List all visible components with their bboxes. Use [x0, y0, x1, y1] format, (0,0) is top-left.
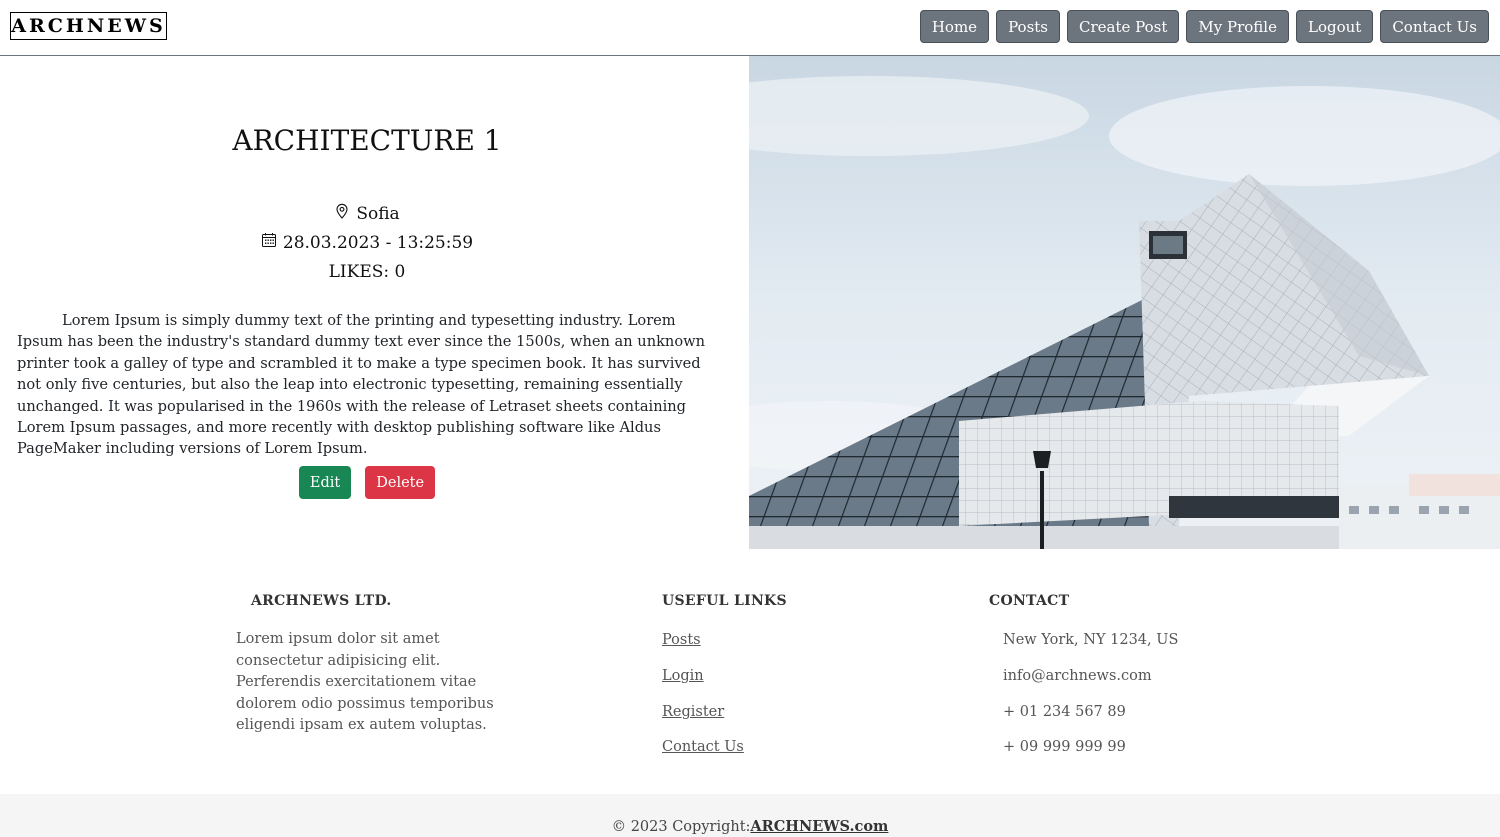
- nav-contact-us-button[interactable]: Contact Us: [1380, 10, 1489, 43]
- footer-phone-1: + 01 234 567 89: [1003, 704, 1126, 720]
- nav-my-profile-button[interactable]: My Profile: [1186, 10, 1289, 43]
- post-image: [749, 56, 1500, 549]
- map-pin-icon: [334, 200, 350, 229]
- nav-menu: Home Posts Create Post My Profile Logout…: [919, 10, 1489, 43]
- post-body: Lorem Ipsum is simply dummy text of the …: [17, 312, 706, 458]
- footer-address: New York, NY 1234, US: [1003, 632, 1179, 648]
- post-likes: LIKES: 0: [328, 262, 406, 282]
- footer-link-login[interactable]: Login: [662, 668, 704, 684]
- post-actions: Edit Delete: [0, 466, 734, 499]
- post-detail: ARCHITECTURE 1 Sofia 28.03.2023 - 13:25:…: [0, 56, 749, 549]
- post-location: Sofia: [0, 200, 734, 229]
- copyright-bar: © 2023 Copyright: ARCHNEWS.com: [0, 794, 1500, 837]
- navbar: ARCHNEWS Home Posts Create Post My Profi…: [0, 0, 1500, 56]
- footer-link-contact-us[interactable]: Contact Us: [662, 739, 744, 755]
- delete-button[interactable]: Delete: [365, 466, 436, 499]
- footer-link-posts[interactable]: Posts: [662, 632, 701, 648]
- copyright-link[interactable]: ARCHNEWS.com: [750, 818, 888, 835]
- post-location-text: Sofia: [356, 204, 400, 224]
- post-date-text: 28.03.2023 - 13:25:59: [282, 233, 474, 253]
- footer-links-heading: USEFUL LINKS: [662, 593, 787, 609]
- nav-posts-button[interactable]: Posts: [996, 10, 1061, 43]
- post-meta: Sofia 28.03.2023 - 13:25:59 LIKES: 0: [0, 200, 734, 287]
- footer-company-description: Lorem ipsum dolor sit amet consectetur a…: [236, 631, 494, 733]
- edit-button[interactable]: Edit: [298, 466, 352, 499]
- footer-contact-heading: CONTACT: [989, 593, 1070, 609]
- post-title: ARCHITECTURE 1: [232, 124, 502, 157]
- copyright-text: © 2023 Copyright:: [611, 818, 751, 835]
- calendar-icon: [261, 229, 277, 258]
- nav-create-post-button[interactable]: Create Post: [1067, 10, 1180, 43]
- post-date: 28.03.2023 - 13:25:59: [0, 229, 734, 258]
- footer-company-heading: ARCHNEWS LTD.: [251, 593, 392, 609]
- footer-link-register[interactable]: Register: [662, 704, 724, 720]
- nav-home-button[interactable]: Home: [919, 10, 990, 43]
- nav-logout-button[interactable]: Logout: [1295, 10, 1374, 43]
- footer-email: info@archnews.com: [1003, 668, 1152, 684]
- site-logo[interactable]: ARCHNEWS: [10, 12, 167, 40]
- footer: ARCHNEWS LTD. Lorem ipsum dolor sit amet…: [0, 549, 1500, 794]
- footer-phone-2: + 09 999 999 99: [1003, 739, 1126, 755]
